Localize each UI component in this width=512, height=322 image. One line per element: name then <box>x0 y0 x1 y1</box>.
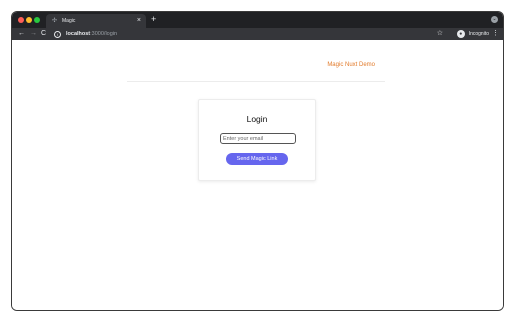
brand-link[interactable]: Magic Nuxt Demo <box>327 62 375 68</box>
incognito-label: Incognito <box>468 31 489 37</box>
browser-toolbar: ← → C i localhost :3000/login ☆ ● Incogn… <box>12 28 503 40</box>
browser-window: ✣ Magic × + ⌄ ← → C i localhost :3000/lo… <box>12 12 503 310</box>
url-path: :3000/login <box>90 31 118 37</box>
incognito-indicator[interactable]: ● Incognito <box>456 29 489 39</box>
back-arrow-icon[interactable]: ← <box>18 29 25 39</box>
login-card: Login Send Magic Link <box>198 99 316 181</box>
url-host: localhost <box>66 31 91 37</box>
site-header: Magic Nuxt Demo <box>127 40 385 82</box>
incognito-icon: ● <box>456 30 465 38</box>
window-maximize-button[interactable] <box>34 17 40 23</box>
send-magic-link-button[interactable]: Send Magic Link <box>226 153 288 165</box>
tab-bar: ✣ Magic × + ⌄ <box>12 12 503 28</box>
browser-tab[interactable]: ✣ Magic × <box>46 14 146 28</box>
window-close-button[interactable] <box>18 17 24 23</box>
login-title: Login <box>246 114 268 124</box>
address-bar[interactable]: i localhost :3000/login <box>50 29 430 39</box>
tab-close-icon[interactable]: × <box>137 17 141 24</box>
star-icon[interactable]: ☆ <box>437 29 443 39</box>
page-content: Magic Nuxt Demo Login Send Magic Link <box>12 40 503 310</box>
new-tab-button[interactable]: + <box>151 14 156 25</box>
reload-icon[interactable]: C <box>41 29 46 39</box>
kebab-menu-icon[interactable]: ⋮ <box>492 29 499 39</box>
tab-favicon-icon: ✣ <box>52 18 58 24</box>
tab-title: Magic <box>62 18 76 24</box>
info-icon[interactable]: i <box>54 30 61 38</box>
tab-search-icon[interactable]: ⌄ <box>491 16 498 23</box>
email-field[interactable] <box>220 133 296 144</box>
forward-arrow-icon[interactable]: → <box>30 29 37 39</box>
window-minimize-button[interactable] <box>26 17 32 23</box>
